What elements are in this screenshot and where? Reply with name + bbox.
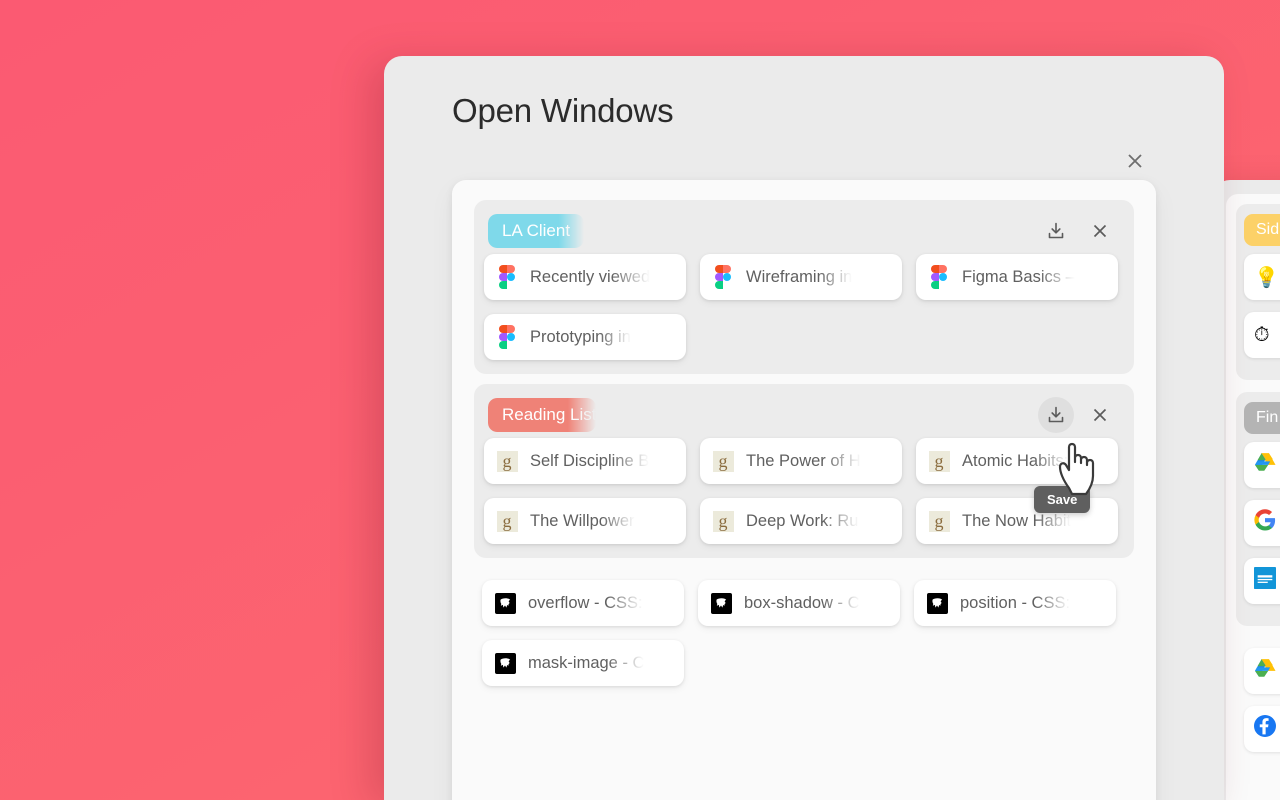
tab-item[interactable]: g The Willpower	[484, 498, 686, 544]
tab-item[interactable]: g Self Discipline B	[484, 438, 686, 484]
tab-item[interactable]: Recently viewed	[484, 254, 686, 300]
tab-title: The Now Habit	[962, 511, 1072, 530]
blue-site-icon	[1254, 567, 1276, 595]
tab-title: The Power of H	[746, 451, 861, 470]
download-group-button[interactable]	[1038, 213, 1074, 249]
figma-icon	[496, 265, 518, 289]
goodreads-icon: g	[712, 450, 734, 472]
tab-title: Wireframing in	[746, 267, 853, 286]
close-panel-button[interactable]	[1118, 144, 1152, 178]
goodreads-icon: g	[928, 510, 950, 532]
peek-tab-lightbulb[interactable]: 💡	[1244, 254, 1280, 300]
tab-item[interactable]: Figma Basics –	[916, 254, 1118, 300]
close-icon	[1128, 154, 1142, 168]
tab-list: Recently viewed Wireframing in Figma Bas…	[484, 254, 1124, 360]
tab-item[interactable]: Prototyping in	[484, 314, 686, 360]
peek-tab-google[interactable]	[1244, 500, 1280, 546]
mdn-icon	[494, 592, 516, 614]
tab-title: position - CSS:	[960, 593, 1071, 612]
figma-icon	[928, 265, 950, 289]
figma-icon	[712, 265, 734, 289]
tab-group-header: LA Client	[484, 212, 1124, 250]
close-group-button[interactable]	[1082, 397, 1118, 433]
lightbulb-emoji: 💡	[1254, 266, 1279, 289]
google-drive-icon	[1254, 451, 1276, 479]
tab-title: Recently viewed	[530, 267, 651, 286]
peek-group-ungrouped	[1236, 638, 1280, 774]
tab-item[interactable]: mask-image - C	[482, 640, 684, 686]
goodreads-icon: g	[712, 510, 734, 532]
group-badge-reading-list[interactable]: Reading List	[488, 398, 596, 432]
tab-title: The Willpower	[530, 511, 635, 530]
secondary-window-card: Sid 💡 ⏱ Fin	[1226, 194, 1280, 800]
group-actions	[1038, 213, 1118, 249]
peek-group-badge-fin[interactable]: Fin	[1244, 402, 1280, 434]
tab-item[interactable]: position - CSS:	[914, 580, 1116, 626]
goodreads-icon: g	[496, 510, 518, 532]
tab-title: Atomic Habits:	[962, 451, 1069, 470]
mdn-icon	[494, 652, 516, 674]
tab-title: Self Discipline B	[530, 451, 650, 470]
peek-group-fin: Fin	[1236, 392, 1280, 626]
tab-list: g Self Discipline B g The Power of H g A…	[484, 438, 1124, 544]
tab-title: Prototyping in	[530, 327, 631, 346]
tab-item[interactable]: g The Power of H	[700, 438, 902, 484]
tab-title: mask-image - C	[528, 653, 645, 672]
google-icon	[1254, 509, 1276, 537]
tab-item[interactable]: overflow - CSS:	[482, 580, 684, 626]
tab-title: Deep Work: Ru	[746, 511, 859, 530]
facebook-icon	[1254, 715, 1276, 743]
group-badge-la-client[interactable]: LA Client	[488, 214, 585, 248]
peek-tab-blue-site[interactable]	[1244, 558, 1280, 604]
open-windows-panel: Open Windows LA Client Recently viewed W…	[384, 56, 1224, 800]
desktop-background: Sid 💡 ⏱ Fin Open Windows LA Client Recen…	[0, 0, 1280, 800]
page-title: Open Windows	[452, 92, 674, 129]
figma-icon	[496, 325, 518, 349]
download-group-button[interactable]	[1038, 397, 1074, 433]
peek-tab-google-drive[interactable]	[1244, 442, 1280, 488]
tab-group-header: Reading List	[484, 396, 1124, 434]
save-tooltip: Save	[1034, 486, 1091, 513]
peek-tab-facebook[interactable]	[1244, 706, 1280, 752]
peek-tab-stopwatch[interactable]: ⏱	[1244, 312, 1280, 358]
tab-group-ungrouped: overflow - CSS: box-shadow - C position …	[474, 568, 1134, 700]
peek-group-badge-side[interactable]: Sid	[1244, 214, 1280, 246]
goodreads-icon: g	[928, 450, 950, 472]
tab-title: Figma Basics –	[962, 267, 1075, 286]
tab-item[interactable]: box-shadow - C	[698, 580, 900, 626]
tab-group-la-client: LA Client Recently viewed Wireframing in…	[474, 200, 1134, 374]
group-actions	[1038, 397, 1118, 433]
mdn-icon	[710, 592, 732, 614]
google-drive-icon	[1254, 657, 1276, 685]
tab-group-reading-list: Reading List g Self Discipline B g The P…	[474, 384, 1134, 558]
tab-title: overflow - CSS:	[528, 593, 643, 612]
close-icon	[1093, 224, 1107, 238]
peek-tab-google-drive-2[interactable]	[1244, 648, 1280, 694]
close-group-button[interactable]	[1082, 213, 1118, 249]
tab-item[interactable]: Wireframing in	[700, 254, 902, 300]
peek-group-side: Sid 💡 ⏱	[1236, 204, 1280, 380]
download-icon	[1048, 222, 1064, 239]
tab-item[interactable]: g Atomic Habits:	[916, 438, 1118, 484]
download-icon	[1048, 406, 1064, 423]
stopwatch-emoji: ⏱	[1254, 323, 1270, 346]
tab-list: overflow - CSS: box-shadow - C position …	[482, 580, 1126, 686]
tab-title: box-shadow - C	[744, 593, 860, 612]
tab-item[interactable]: g Deep Work: Ru	[700, 498, 902, 544]
mdn-icon	[926, 592, 948, 614]
close-icon	[1093, 408, 1107, 422]
goodreads-icon: g	[496, 450, 518, 472]
